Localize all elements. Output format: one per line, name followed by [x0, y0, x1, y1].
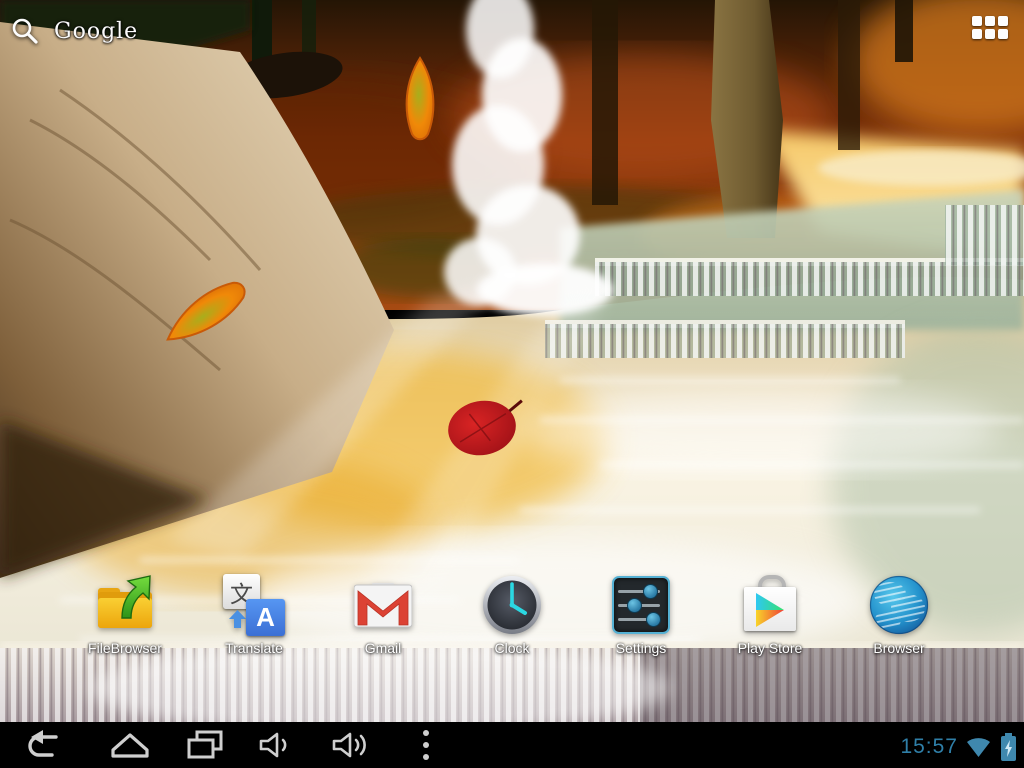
app-browser[interactable]: Browser: [838, 574, 960, 656]
volume-up-button[interactable]: [328, 725, 376, 765]
back-icon: [22, 728, 62, 762]
app-label: Settings: [616, 640, 667, 656]
gmail-icon: [352, 574, 414, 636]
menu-overflow-button[interactable]: [402, 725, 450, 765]
status-cluster[interactable]: 15:57: [900, 728, 1018, 766]
browser-icon: [868, 574, 930, 636]
menu-overflow-icon: [414, 727, 438, 763]
app-label: Clock: [494, 640, 529, 656]
app-translate[interactable]: 文 A Translate: [193, 574, 315, 656]
app-label: Gmail: [365, 640, 402, 656]
battery-charging-icon: [999, 732, 1018, 762]
clock-icon: [481, 574, 543, 636]
app-label: Browser: [873, 640, 924, 656]
home-button[interactable]: [106, 725, 154, 765]
volume-down-button[interactable]: [253, 725, 301, 765]
app-filebrowser[interactable]: FileBrowser: [64, 574, 186, 656]
apps-grid-icon[interactable]: [972, 16, 1012, 46]
wifi-icon: [965, 735, 992, 759]
recents-icon: [183, 728, 227, 762]
app-clock[interactable]: Clock: [451, 574, 573, 656]
app-dock: FileBrowser 文 A Translate Gmail: [64, 574, 960, 656]
home-icon: [108, 728, 152, 762]
app-label: Play Store: [738, 640, 803, 656]
translate-icon: 文 A: [223, 574, 285, 636]
google-search-widget[interactable]: Google: [10, 8, 310, 54]
magnifier-icon: [10, 16, 40, 46]
navigation-bar: [0, 722, 1024, 768]
filebrowser-icon: [94, 574, 156, 636]
play-store-icon: [739, 574, 801, 636]
status-time: 15:57: [900, 735, 958, 759]
app-gmail[interactable]: Gmail: [322, 574, 444, 656]
google-search-label: Google: [54, 19, 138, 44]
app-label: FileBrowser: [88, 640, 162, 656]
settings-icon: [610, 574, 672, 636]
app-label: Translate: [225, 640, 283, 656]
app-play-store[interactable]: Play Store: [709, 574, 831, 656]
app-settings[interactable]: Settings: [580, 574, 702, 656]
recents-button[interactable]: [181, 725, 229, 765]
volume-down-icon: [257, 728, 297, 762]
back-button[interactable]: [18, 725, 66, 765]
volume-up-icon: [330, 728, 374, 762]
